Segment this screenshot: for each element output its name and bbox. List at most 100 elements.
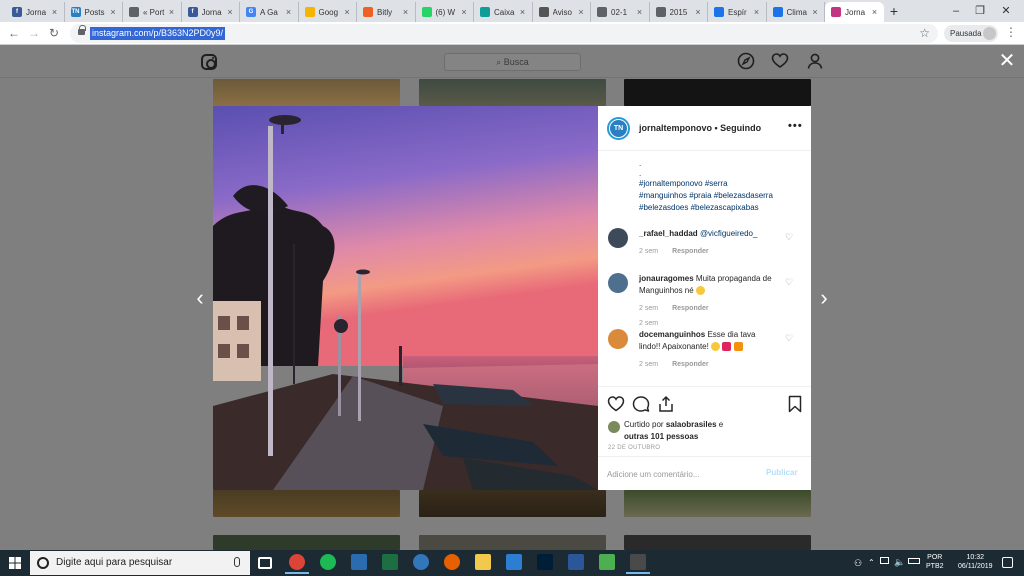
- volume-icon[interactable]: 🔈: [894, 557, 905, 568]
- browser-tab[interactable]: Caixa ×: [474, 2, 533, 22]
- publish-button[interactable]: Publicar: [766, 468, 798, 477]
- tab-close-icon[interactable]: ×: [518, 7, 528, 17]
- grid-thumbnail[interactable]: [624, 79, 811, 106]
- comment-input[interactable]: [607, 467, 757, 481]
- tab-close-icon[interactable]: ×: [50, 7, 60, 17]
- browser-tab[interactable]: 02-1 ×: [591, 2, 650, 22]
- back-arrow-icon[interactable]: ←: [6, 25, 22, 41]
- notifications-icon[interactable]: [1002, 557, 1013, 568]
- tab-close-icon[interactable]: ×: [752, 7, 762, 17]
- browser-tab[interactable]: Aviso ×: [533, 2, 591, 22]
- tab-close-icon[interactable]: ×: [810, 7, 820, 17]
- minimize-button[interactable]: ‒: [944, 2, 968, 20]
- keyboard-icon[interactable]: [908, 558, 920, 564]
- commenter-avatar[interactable]: [608, 228, 628, 248]
- post-photo[interactable]: [213, 106, 598, 490]
- close-modal-icon[interactable]: ✕: [996, 50, 1018, 72]
- reload-icon[interactable]: ↻: [46, 25, 62, 41]
- hashtag-link[interactable]: #belezascapixabas: [691, 203, 759, 212]
- new-tab-button[interactable]: +: [884, 2, 904, 20]
- comment-like-heart-icon[interactable]: ♡: [785, 333, 795, 343]
- hashtag-link[interactable]: #serra: [705, 179, 728, 188]
- browser-tab[interactable]: Jorna ×: [825, 2, 884, 22]
- comment-bubble-icon[interactable]: [632, 395, 650, 413]
- comment-username[interactable]: docemanguinhos: [639, 330, 705, 339]
- tray-chevron-up-icon[interactable]: ⌃: [868, 558, 875, 567]
- tab-close-icon[interactable]: ×: [167, 7, 177, 17]
- tab-close-icon[interactable]: ×: [635, 7, 645, 17]
- tab-close-icon[interactable]: ×: [284, 7, 294, 17]
- previous-post-arrow-icon[interactable]: ‹: [192, 286, 208, 310]
- instagram-logo-icon[interactable]: [201, 54, 217, 70]
- grid-thumbnail[interactable]: [419, 79, 606, 106]
- hashtag-link[interactable]: #jornaltemponovo: [639, 179, 703, 188]
- taskbar-file-explorer-icon[interactable]: [475, 554, 491, 570]
- maximize-button[interactable]: ❐: [968, 2, 992, 20]
- comment-timestamp[interactable]: 2 sem: [639, 305, 658, 312]
- comment-reply-button[interactable]: Responder: [672, 361, 709, 368]
- taskbar-chrome-icon[interactable]: [285, 554, 309, 574]
- browser-tab[interactable]: (6) W ×: [416, 2, 474, 22]
- liked-by-username[interactable]: salaobrasiles: [666, 420, 717, 429]
- commenter-avatar[interactable]: [608, 329, 628, 349]
- tab-close-icon[interactable]: ×: [342, 7, 352, 17]
- grid-thumbnail[interactable]: [213, 79, 400, 106]
- grid-thumbnail[interactable]: [419, 490, 606, 517]
- instagram-search-input[interactable]: ⌕ Busca: [444, 53, 581, 71]
- taskbar-task-view-icon[interactable]: [258, 557, 272, 569]
- next-post-arrow-icon[interactable]: ›: [816, 286, 832, 310]
- comment-username[interactable]: _rafael_haddad: [639, 229, 698, 238]
- compass-icon[interactable]: [737, 52, 755, 70]
- taskbar-spotify-icon[interactable]: [320, 554, 336, 570]
- microphone-icon[interactable]: [234, 557, 240, 567]
- hashtag-link[interactable]: #manguinhos: [639, 191, 687, 200]
- taskbar-word-icon[interactable]: [568, 554, 584, 570]
- profile-icon[interactable]: [806, 52, 824, 70]
- people-icon[interactable]: ⚇: [854, 558, 862, 569]
- comment-username[interactable]: jonauragomes: [639, 274, 694, 283]
- browser-tab[interactable]: f Jorna ×: [6, 2, 65, 22]
- close-window-button[interactable]: ✕: [994, 2, 1018, 20]
- tab-close-icon[interactable]: ×: [576, 7, 586, 17]
- grid-thumbnail[interactable]: [624, 490, 811, 517]
- comment-like-heart-icon[interactable]: ♡: [785, 232, 795, 242]
- language-indicator[interactable]: POR PTB2: [926, 553, 944, 571]
- browser-tab[interactable]: Espír ×: [708, 2, 767, 22]
- taskbar-app-green-icon[interactable]: [599, 554, 615, 570]
- comment-reply-button[interactable]: Responder: [672, 305, 709, 312]
- browser-tab[interactable]: Bitly ×: [357, 2, 416, 22]
- comment-timestamp[interactable]: 2 sem: [639, 248, 658, 255]
- share-icon[interactable]: [657, 395, 675, 413]
- grid-thumbnail[interactable]: [213, 535, 400, 550]
- tab-close-icon[interactable]: ×: [225, 7, 235, 17]
- like-heart-icon[interactable]: [607, 395, 625, 413]
- tab-close-icon[interactable]: ×: [870, 7, 880, 17]
- bookmark-save-icon[interactable]: [786, 395, 804, 413]
- comment-timestamp[interactable]: 2 sem: [639, 361, 658, 368]
- hashtag-link[interactable]: #praia: [689, 191, 711, 200]
- comment-mention[interactable]: @vicfigueiredo_: [700, 229, 757, 238]
- taskbar-photoshop-icon[interactable]: [537, 554, 553, 570]
- taskbar-search-box[interactable]: Digite aqui para pesquisar: [30, 551, 250, 575]
- follow-status-button[interactable]: Seguindo: [720, 123, 761, 133]
- liker-avatar[interactable]: [608, 421, 620, 433]
- tab-close-icon[interactable]: ×: [459, 7, 469, 17]
- taskbar-visual-app-icon[interactable]: [351, 554, 367, 570]
- forward-arrow-icon[interactable]: →: [26, 25, 42, 41]
- taskbar-photos-icon[interactable]: [626, 554, 650, 574]
- profile-button[interactable]: Pausada: [944, 25, 998, 42]
- taskbar-firefox-icon[interactable]: [444, 554, 460, 570]
- hashtag-link[interactable]: #belezasdaserra: [714, 191, 773, 200]
- taskbar-store-icon[interactable]: [506, 554, 522, 570]
- tab-close-icon[interactable]: ×: [693, 7, 703, 17]
- browser-tab[interactable]: « Port ×: [123, 2, 182, 22]
- clock[interactable]: 10:32 06/11/2019: [958, 553, 993, 571]
- taskbar-excel-icon[interactable]: [382, 554, 398, 570]
- bookmark-star-icon[interactable]: ☆: [919, 26, 930, 40]
- hashtag-link[interactable]: #belezasdoes: [639, 203, 688, 212]
- windows-start-icon[interactable]: [0, 550, 30, 576]
- network-icon[interactable]: [880, 557, 889, 564]
- browser-tab[interactable]: 2015 ×: [650, 2, 708, 22]
- grid-thumbnail[interactable]: [213, 490, 400, 517]
- browser-menu-icon[interactable]: ⋮: [1005, 25, 1017, 39]
